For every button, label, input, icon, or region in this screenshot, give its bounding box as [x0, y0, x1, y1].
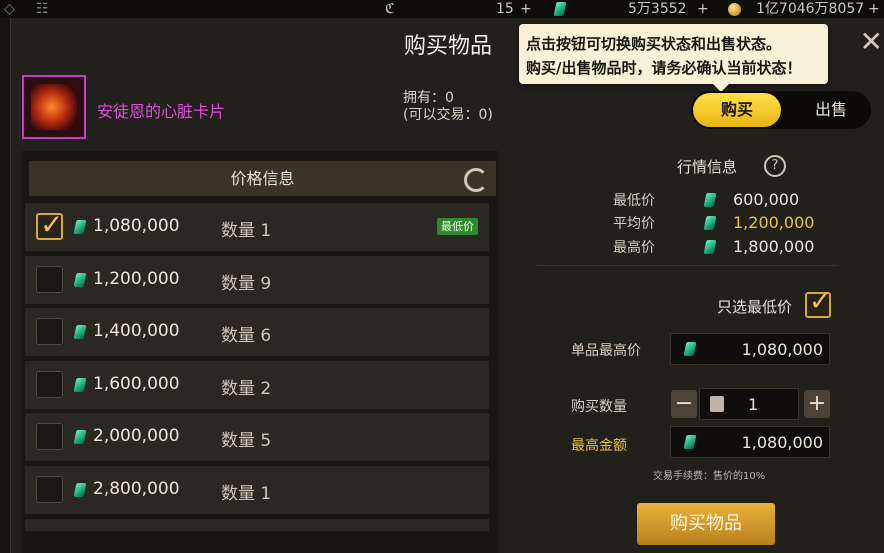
owned-info: 拥有：0 (可以交易：0)	[403, 90, 493, 124]
swirl-icon: ℭ	[385, 1, 395, 17]
divider	[537, 265, 837, 266]
stat-max-value: 1,800,000	[733, 237, 815, 256]
stat-avg-value: 1,200,000	[733, 213, 815, 232]
gem-icon	[683, 342, 697, 356]
gem-icon	[73, 377, 87, 392]
only-lowest-label: 只选最低价	[717, 298, 793, 316]
owned-count: 拥有：0	[403, 90, 454, 106]
gem-icon	[683, 435, 697, 449]
gem-icon	[703, 216, 717, 230]
price-row[interactable]: 2,000,000 数量 5	[25, 413, 489, 462]
price-info-header: 价格信息	[29, 161, 496, 196]
row-price: 1,400,000	[93, 321, 180, 342]
price-row[interactable]: 1,200,000 数量 9	[25, 255, 489, 304]
max-total-label: 最高金额	[571, 438, 627, 454]
market-info-title: 行情信息	[677, 158, 738, 176]
plus-icon[interactable]: +	[868, 0, 880, 18]
price-info-title: 价格信息	[230, 169, 295, 188]
gift-icon[interactable]: ◇	[4, 0, 15, 18]
menu-icon[interactable]: ☷	[36, 0, 49, 18]
row-checkbox[interactable]	[36, 265, 63, 293]
row-checkbox[interactable]	[36, 370, 63, 398]
max-total-field[interactable]: 1,080,000	[670, 426, 830, 458]
price-row[interactable]: 1,080,000 数量 1 最低价	[25, 203, 489, 251]
tooltip-line-2: 购买/出售物品时，请务必确认当前状态！	[526, 59, 802, 77]
price-row[interactable]: 1,400,000 数量 6	[25, 308, 489, 357]
max-unit-price-field[interactable]: 1,080,000	[670, 333, 830, 365]
top-status-bar: ◇ ☷ ℭ 15 + 5万3552 + 1亿7046万8057 +	[0, 0, 884, 18]
only-lowest-checkbox[interactable]	[805, 286, 832, 318]
count-label: 15	[496, 1, 514, 17]
row-quantity: 数量 2	[221, 378, 272, 399]
quantity-value: 1	[748, 395, 759, 414]
row-checkbox[interactable]	[36, 423, 63, 451]
trade-fee-note: 交易手续费：售价的10%	[653, 471, 766, 482]
lowest-price-badge: 最低价	[437, 218, 478, 235]
row-checkbox[interactable]	[36, 208, 63, 241]
gem-icon	[73, 220, 87, 234]
price-row[interactable]: 1,600,000 数量 2	[25, 360, 489, 409]
row-price: 2,800,000	[93, 479, 180, 499]
row-price: 1,200,000	[93, 268, 180, 289]
max-unit-price-label: 单品最高价	[571, 343, 641, 359]
close-icon[interactable]: ✕	[860, 28, 883, 56]
row-checkbox[interactable]	[36, 476, 63, 503]
row-quantity: 数量 9	[221, 273, 272, 294]
calculator-icon[interactable]	[710, 396, 724, 412]
gem-icon	[73, 325, 87, 340]
row-price: 1,600,000	[93, 373, 180, 394]
row-price: 1,080,000	[93, 216, 180, 236]
mode-tooltip: 点击按钮可切换购买状态和出售状态。 购买/出售物品时，请务必确认当前状态！	[519, 24, 828, 92]
buy-sell-toggle[interactable]: 购买 出售	[691, 91, 871, 129]
gem-amount: 5万3552	[628, 1, 687, 17]
gold-amount: 1亿7046万8057	[756, 1, 865, 17]
tradable-count: (可以交易：0)	[403, 107, 493, 123]
row-quantity: 数量 1	[221, 484, 272, 504]
row-price: 2,000,000	[93, 426, 180, 447]
refresh-icon[interactable]	[464, 168, 488, 192]
tooltip-line-1: 点击按钮可切换购买状态和出售状态。	[526, 35, 782, 53]
buy-item-button[interactable]: 购买物品	[637, 503, 775, 545]
stat-avg-label: 平均价	[613, 216, 655, 232]
gem-icon	[73, 272, 87, 287]
gem-icon	[703, 240, 717, 254]
buy-item-dialog: 购买物品 ✕ 点击按钮可切换购买状态和出售状态。 购买/出售物品时，请务必确认当…	[10, 18, 884, 553]
max-total-value: 1,080,000	[741, 433, 823, 452]
price-list-panel: 价格信息 1,080,000 数量 1 最低价 1,200,000 数量 9 1,400,…	[21, 151, 499, 553]
plus-icon[interactable]: +	[697, 0, 709, 18]
quantity-label: 购买数量	[571, 399, 627, 415]
stat-max-label: 最高价	[613, 240, 655, 256]
gem-icon	[73, 483, 87, 497]
item-name: 安徒恩的心脏卡片	[97, 102, 226, 121]
max-unit-price-value: 1,080,000	[741, 340, 823, 359]
stat-min-value: 600,000	[733, 190, 800, 209]
gold-coin-icon	[728, 0, 741, 18]
price-row[interactable]	[25, 518, 489, 531]
gem-icon	[73, 430, 87, 445]
increase-quantity-button[interactable]: +	[804, 390, 830, 418]
sell-mode-button[interactable]: 出售	[791, 93, 871, 127]
decrease-quantity-button[interactable]: −	[671, 390, 697, 418]
buy-mode-button[interactable]: 购买	[693, 93, 781, 127]
plus-icon[interactable]: +	[520, 0, 532, 18]
heart-card-icon	[31, 84, 77, 130]
help-icon[interactable]: ?	[764, 155, 786, 177]
quantity-field[interactable]: 1	[699, 388, 799, 420]
item-card[interactable]	[22, 75, 86, 139]
gem-icon	[553, 0, 567, 18]
row-quantity: 数量 1	[221, 221, 272, 241]
stat-min-label: 最低价	[613, 193, 655, 209]
price-row[interactable]: 2,800,000 数量 1	[25, 466, 489, 514]
row-quantity: 数量 5	[221, 431, 272, 452]
row-quantity: 数量 6	[221, 326, 272, 347]
row-checkbox[interactable]	[36, 318, 63, 346]
market-panel: 行情信息 ? 最低价 600,000 平均价 1,200,000 最高价 1,8…	[537, 151, 837, 553]
gem-icon	[703, 193, 717, 207]
